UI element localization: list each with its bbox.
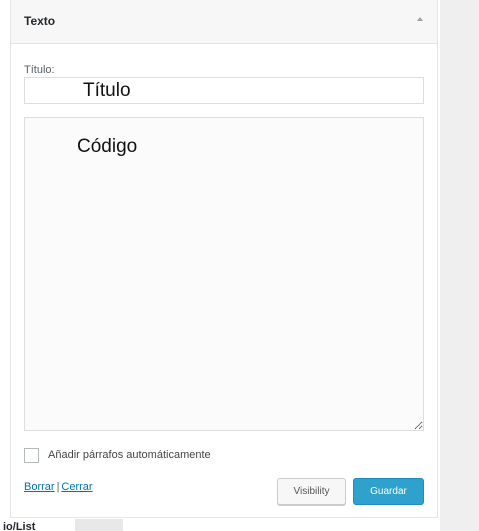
link-separator: |	[56, 481, 60, 493]
close-link[interactable]: Cerrar	[61, 481, 92, 493]
auto-paragraph-checkbox[interactable]	[24, 447, 39, 463]
widget-title: Texto	[24, 14, 56, 28]
collapse-arrow-icon[interactable]	[417, 17, 423, 21]
bottom-tab-secondary	[75, 519, 123, 531]
right-panel-background	[440, 0, 479, 531]
title-input[interactable]	[24, 77, 424, 104]
auto-paragraph-label: Añadir párrafos automáticamente	[48, 449, 211, 461]
bottom-tab[interactable]: io/List	[0, 519, 75, 531]
code-textarea[interactable]: Código	[24, 117, 424, 431]
visibility-button[interactable]: Visibility	[277, 478, 346, 505]
text-widget: Texto Título: Código Añadir párrafos aut…	[10, 0, 438, 518]
title-label: Título:	[24, 64, 55, 76]
widget-header[interactable]: Texto	[11, 0, 437, 44]
auto-paragraph-option[interactable]: Añadir párrafos automáticamente	[24, 446, 211, 464]
delete-link[interactable]: Borrar	[24, 481, 55, 493]
save-button[interactable]: Guardar	[353, 478, 424, 505]
widget-actions-links: Borrar | Cerrar	[24, 481, 93, 493]
